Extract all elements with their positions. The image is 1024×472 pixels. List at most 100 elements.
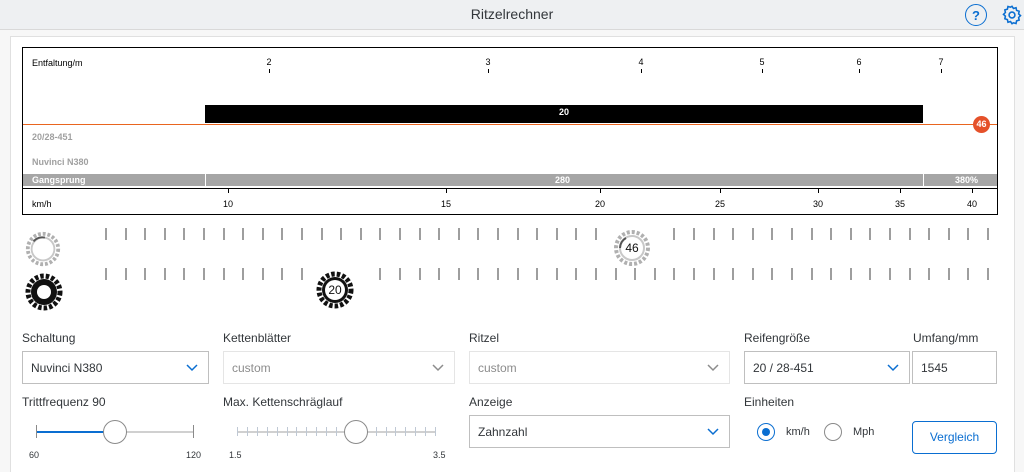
- selector-tooth[interactable]: [575, 228, 578, 240]
- selector-tooth[interactable]: [203, 228, 205, 240]
- selector-tooth[interactable]: [908, 268, 911, 280]
- schaltung-select[interactable]: Nuvinci N380: [22, 351, 209, 384]
- cog-gear-active[interactable]: 20: [315, 270, 355, 310]
- selector-tooth[interactable]: [947, 228, 950, 240]
- selector-tooth[interactable]: [693, 268, 695, 280]
- selector-tooth[interactable]: [242, 268, 245, 280]
- selector-tooth[interactable]: [203, 268, 205, 280]
- selector-tooth[interactable]: [301, 268, 303, 280]
- selector-tooth[interactable]: [144, 268, 147, 280]
- selector-tooth[interactable]: [555, 228, 558, 240]
- selector-tooth[interactable]: [791, 268, 793, 280]
- selector-tooth[interactable]: [261, 268, 264, 280]
- selector-tooth[interactable]: [771, 268, 774, 280]
- selector-tooth[interactable]: [242, 228, 245, 240]
- selector-tooth[interactable]: [457, 228, 460, 240]
- selector-tooth[interactable]: [712, 268, 715, 280]
- selector-tooth[interactable]: [849, 228, 852, 240]
- selector-tooth[interactable]: [281, 228, 284, 240]
- selector-tooth[interactable]: [653, 268, 656, 280]
- vergleich-button[interactable]: Vergleich: [912, 421, 997, 454]
- selector-tooth[interactable]: [418, 268, 421, 280]
- kettenschraeglauf-slider[interactable]: [237, 417, 436, 447]
- selector-tooth[interactable]: [359, 228, 362, 240]
- selector-tooth[interactable]: [536, 228, 539, 240]
- selector-tooth[interactable]: [379, 228, 382, 240]
- selector-tooth[interactable]: [673, 228, 676, 240]
- selector-tooth[interactable]: [928, 268, 931, 280]
- selector-tooth[interactable]: [830, 228, 833, 240]
- selector-tooth[interactable]: [889, 268, 891, 280]
- selector-tooth[interactable]: [869, 228, 872, 240]
- selector-tooth[interactable]: [183, 228, 186, 240]
- selector-tooth[interactable]: [555, 268, 558, 280]
- slider-thumb[interactable]: [103, 420, 127, 444]
- chainring-gear-active[interactable]: 46: [612, 228, 652, 268]
- selector-tooth[interactable]: [457, 268, 460, 280]
- selector-tooth[interactable]: [751, 228, 754, 240]
- selector-tooth[interactable]: [771, 228, 774, 240]
- settings-button[interactable]: [1001, 4, 1023, 26]
- selector-tooth[interactable]: [987, 268, 989, 280]
- selector-tooth[interactable]: [399, 268, 401, 280]
- help-button[interactable]: ?: [965, 4, 987, 26]
- umfang-input[interactable]: 1545: [912, 351, 997, 384]
- selector-tooth[interactable]: [497, 268, 499, 280]
- selector-tooth[interactable]: [614, 268, 617, 280]
- selector-tooth[interactable]: [281, 268, 284, 280]
- selector-tooth[interactable]: [222, 228, 225, 240]
- selector-tooth[interactable]: [124, 268, 127, 280]
- selector-tooth[interactable]: [163, 268, 166, 280]
- chainring-selector-track[interactable]: [0, 228, 1024, 240]
- slider-thumb[interactable]: [343, 420, 368, 444]
- selector-tooth[interactable]: [418, 228, 421, 240]
- selector-tooth[interactable]: [438, 228, 441, 240]
- selector-tooth[interactable]: [810, 228, 813, 240]
- selector-tooth[interactable]: [967, 268, 970, 280]
- selector-tooth[interactable]: [889, 228, 891, 240]
- trittfrequenz-slider[interactable]: [36, 417, 194, 447]
- selector-tooth[interactable]: [105, 228, 107, 240]
- selector-tooth[interactable]: [869, 268, 872, 280]
- selector-tooth[interactable]: [497, 228, 499, 240]
- selector-tooth[interactable]: [712, 228, 715, 240]
- selector-tooth[interactable]: [105, 268, 107, 280]
- cog-gear-small[interactable]: [24, 272, 64, 312]
- selector-tooth[interactable]: [595, 228, 597, 240]
- kettenblaetter-select[interactable]: custom: [223, 351, 455, 384]
- selector-tooth[interactable]: [928, 228, 931, 240]
- selector-tooth[interactable]: [693, 228, 695, 240]
- selector-tooth[interactable]: [791, 228, 793, 240]
- selector-tooth[interactable]: [967, 228, 970, 240]
- selector-tooth[interactable]: [732, 268, 735, 280]
- selector-tooth[interactable]: [947, 268, 950, 280]
- selector-tooth[interactable]: [516, 228, 519, 240]
- selector-tooth[interactable]: [673, 268, 676, 280]
- chainring-gear-small[interactable]: [24, 230, 62, 268]
- cog-selector-track[interactable]: [0, 268, 1024, 280]
- selector-tooth[interactable]: [595, 268, 597, 280]
- selector-tooth[interactable]: [379, 268, 382, 280]
- selector-tooth[interactable]: [732, 228, 735, 240]
- selector-tooth[interactable]: [399, 228, 401, 240]
- radio-kmh[interactable]: [757, 423, 775, 441]
- selector-tooth[interactable]: [163, 228, 166, 240]
- selector-tooth[interactable]: [516, 268, 519, 280]
- selector-tooth[interactable]: [261, 228, 264, 240]
- selector-tooth[interactable]: [830, 268, 833, 280]
- selector-tooth[interactable]: [575, 268, 578, 280]
- selector-tooth[interactable]: [751, 268, 754, 280]
- selector-tooth[interactable]: [987, 228, 989, 240]
- selector-tooth[interactable]: [477, 268, 480, 280]
- selector-tooth[interactable]: [477, 228, 480, 240]
- selector-tooth[interactable]: [301, 228, 303, 240]
- selector-tooth[interactable]: [124, 228, 127, 240]
- selector-tooth[interactable]: [810, 268, 813, 280]
- selector-tooth[interactable]: [183, 268, 186, 280]
- selector-tooth[interactable]: [340, 228, 343, 240]
- selector-tooth[interactable]: [536, 268, 539, 280]
- selector-tooth[interactable]: [908, 228, 911, 240]
- ritzel-select[interactable]: custom: [469, 351, 730, 384]
- selector-tooth[interactable]: [438, 268, 441, 280]
- selector-tooth[interactable]: [222, 268, 225, 280]
